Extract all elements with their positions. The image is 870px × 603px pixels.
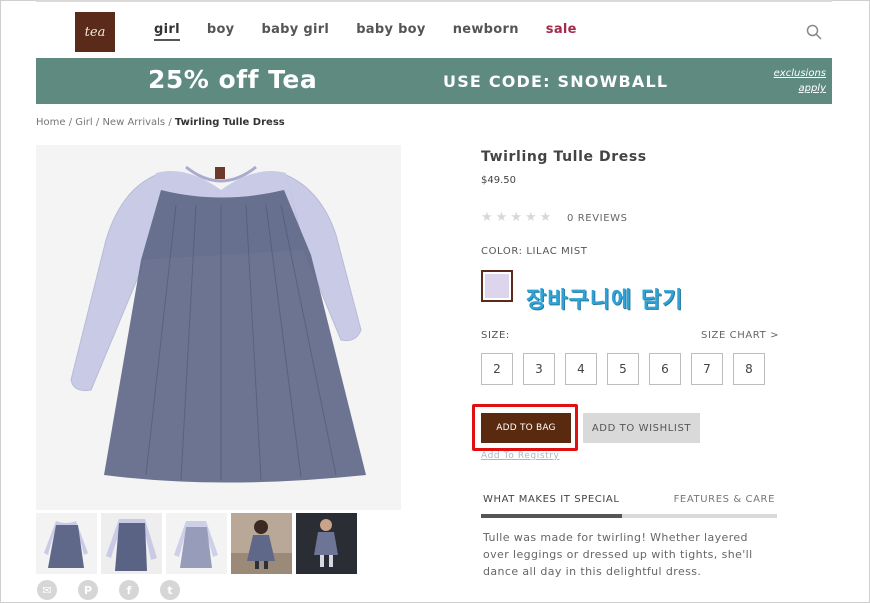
add-to-wishlist-button[interactable]: ADD TO WISHLIST <box>583 413 700 443</box>
thumbnail-strip <box>36 513 357 574</box>
share-icons: ✉ P f t <box>37 580 180 600</box>
main-nav: girl boy baby girl baby boy newborn sale <box>154 22 604 41</box>
breadcrumb-current: Twirling Tulle Dress <box>174 117 285 128</box>
annotation-text: 장바구니에 담기 <box>526 288 684 313</box>
promo-code: USE CODE: SNOWBALL <box>443 72 669 91</box>
size-option-5[interactable]: 5 <box>607 353 639 385</box>
size-option-6[interactable]: 6 <box>649 353 681 385</box>
product-description: Tulle was made for twirling! Whether lay… <box>483 531 753 578</box>
tab-what-makes-it-special[interactable]: WHAT MAKES IT SPECIAL <box>483 494 620 505</box>
star-icon: ★ <box>539 210 552 225</box>
exclusions-link[interactable]: exclusions <box>774 66 826 81</box>
product-tabs: WHAT MAKES IT SPECIAL FEATURES & CARE <box>481 492 777 520</box>
swatch-fill <box>485 274 509 298</box>
reviews-link[interactable]: 0 REVIEWS <box>567 213 628 224</box>
nav-girl[interactable]: girl <box>154 22 180 41</box>
breadcrumb-girl[interactable]: Girl <box>75 117 92 128</box>
facebook-icon[interactable]: f <box>119 580 139 600</box>
nav-baby-girl[interactable]: baby girl <box>261 22 329 41</box>
promo-text: 25% off Tea <box>148 65 318 94</box>
pinterest-icon[interactable]: P <box>78 580 98 600</box>
product-title: Twirling Tulle Dress <box>481 149 647 165</box>
nav-baby-boy[interactable]: baby boy <box>356 22 426 41</box>
breadcrumb-new-arrivals[interactable]: New Arrivals <box>102 117 165 128</box>
add-to-registry-link[interactable]: Add To Registry <box>481 451 559 461</box>
thumbnail-1[interactable] <box>36 513 97 574</box>
tab-features-care[interactable]: FEATURES & CARE <box>674 494 775 505</box>
size-option-8[interactable]: 8 <box>733 353 765 385</box>
star-icon: ★ <box>524 210 537 225</box>
search-icon[interactable] <box>806 24 822 40</box>
add-to-bag-button[interactable]: ADD TO BAG <box>481 413 571 443</box>
color-swatch-lilac-mist[interactable] <box>481 270 513 302</box>
tab-indicator <box>481 514 777 518</box>
thumbnail-4[interactable] <box>231 513 292 574</box>
apply-link[interactable]: apply <box>774 81 826 96</box>
nav-sale[interactable]: sale <box>546 22 577 41</box>
tea-logo[interactable]: tea <box>75 12 115 52</box>
rating-stars[interactable]: ★ ★ ★ ★ ★ <box>481 210 551 225</box>
thumbnail-5[interactable] <box>296 513 357 574</box>
product-main-image[interactable] <box>36 145 401 510</box>
thumbnail-3[interactable] <box>166 513 227 574</box>
star-icon: ★ <box>510 210 522 225</box>
star-icon: ★ <box>481 210 493 225</box>
star-icon: ★ <box>495 210 508 225</box>
nav-newborn[interactable]: newborn <box>453 22 519 41</box>
email-icon[interactable]: ✉ <box>37 580 57 600</box>
thumbnail-2[interactable] <box>101 513 162 574</box>
size-option-7[interactable]: 7 <box>691 353 723 385</box>
dress-image <box>36 145 401 510</box>
promo-banner[interactable]: 25% off Tea USE CODE: SNOWBALL exclusion… <box>36 58 832 104</box>
twitter-icon[interactable]: t <box>160 580 180 600</box>
nav-boy[interactable]: boy <box>207 22 235 41</box>
size-label: SIZE: <box>481 330 510 341</box>
color-label: COLOR: LILAC MIST <box>481 246 588 257</box>
site-header: tea girl boy baby girl baby boy newborn … <box>36 0 832 58</box>
size-option-3[interactable]: 3 <box>523 353 555 385</box>
breadcrumb: Home / Girl / New Arrivals / Twirling Tu… <box>36 117 285 128</box>
size-option-4[interactable]: 4 <box>565 353 597 385</box>
size-selector: 2 3 4 5 6 7 8 <box>481 353 765 385</box>
breadcrumb-home[interactable]: Home <box>36 117 66 128</box>
size-option-2[interactable]: 2 <box>481 353 513 385</box>
promo-links: exclusions apply <box>774 66 826 96</box>
size-chart-link[interactable]: SIZE CHART > <box>701 330 779 341</box>
product-price: $49.50 <box>481 175 516 186</box>
